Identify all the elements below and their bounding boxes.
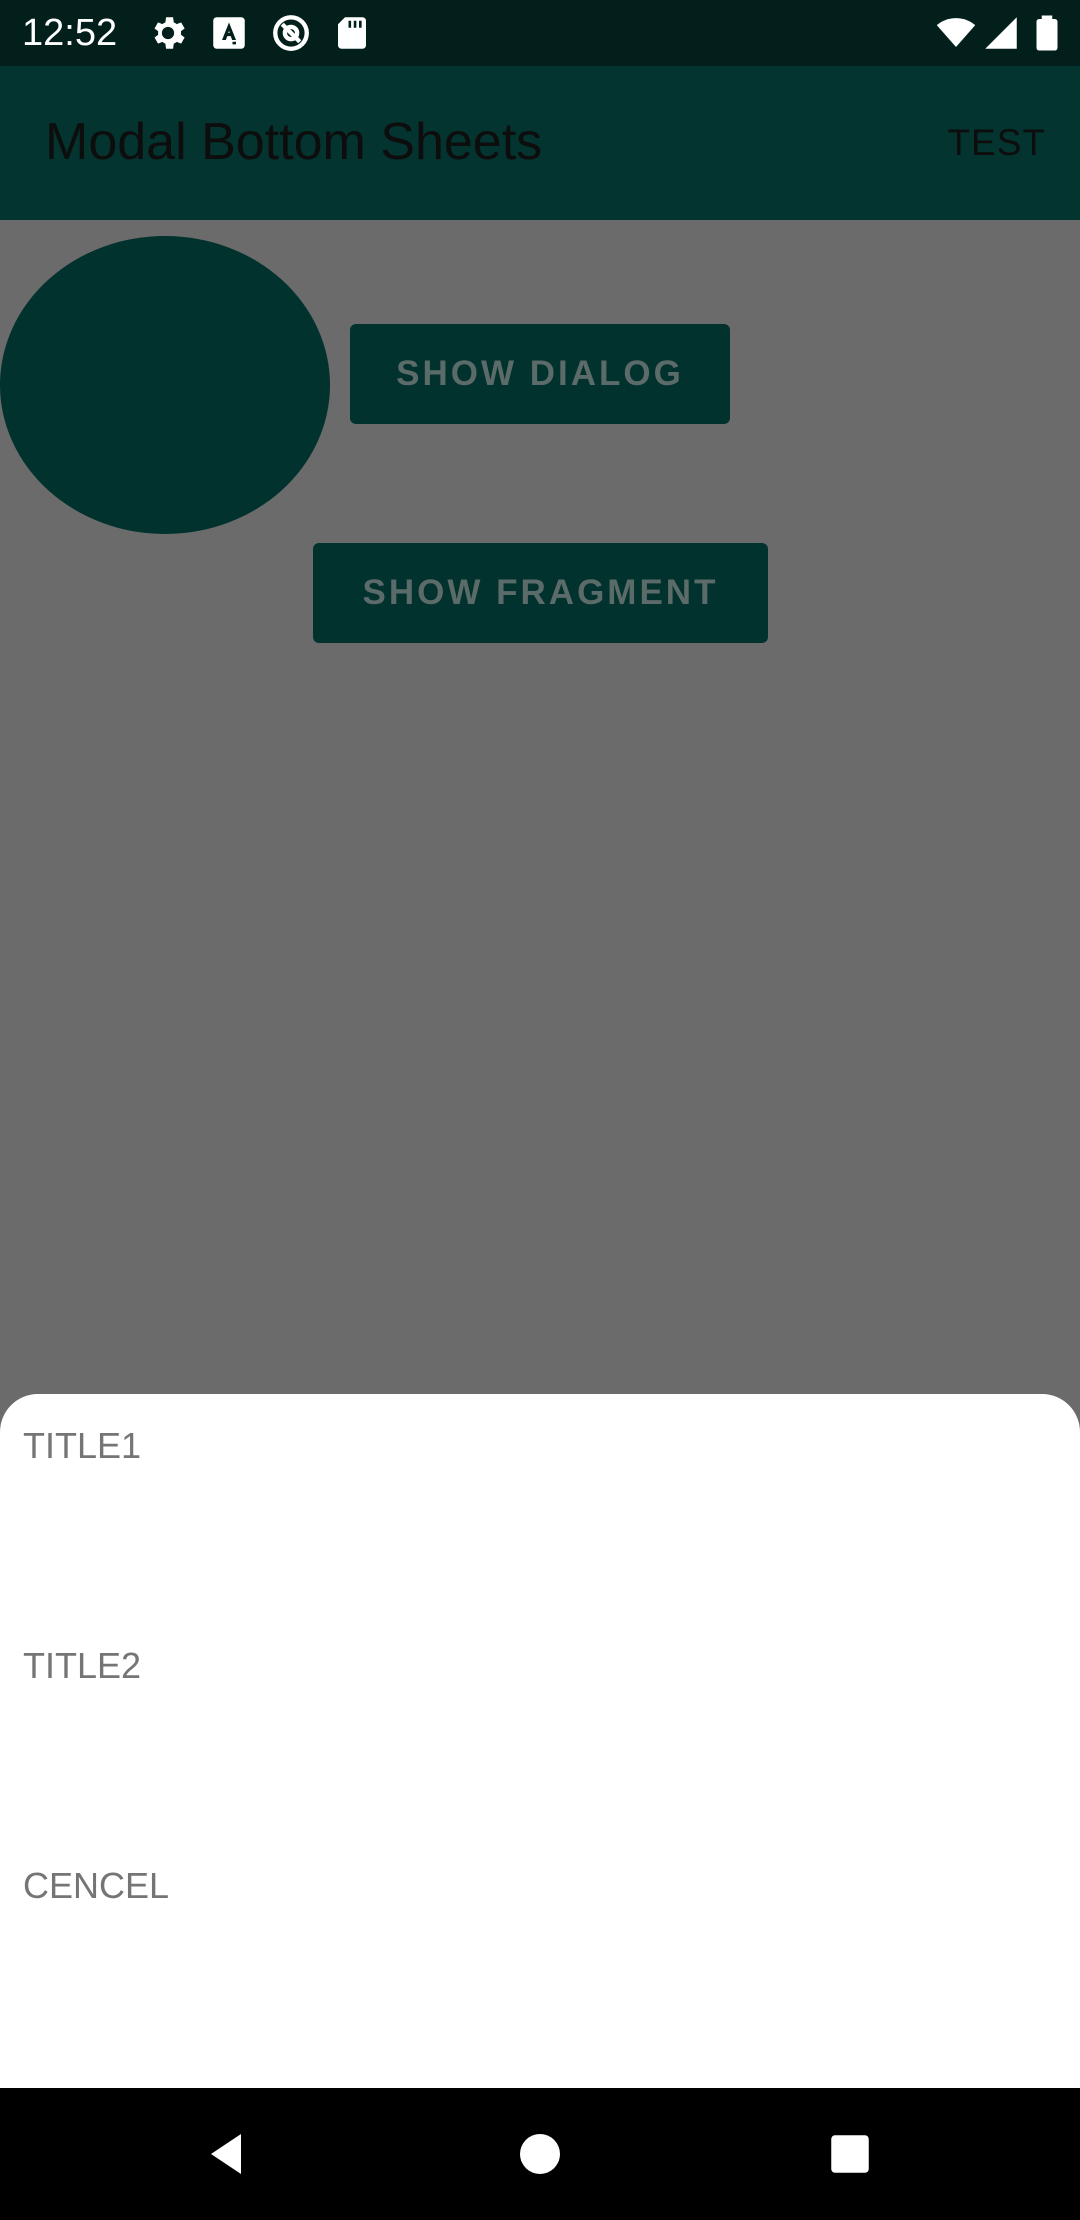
- status-time: 12:52: [22, 12, 118, 54]
- show-fragment-button[interactable]: SHOW FRAGMENT: [313, 543, 768, 643]
- navigation-bar: [0, 2088, 1080, 2220]
- recents-icon[interactable]: [820, 2124, 880, 2184]
- battery-icon: [1026, 12, 1068, 54]
- at-sign-icon: [270, 12, 312, 54]
- home-icon[interactable]: [510, 2124, 570, 2184]
- status-bar: 12:52: [0, 0, 1080, 66]
- sheet-item-label: TITLE2: [23, 1645, 142, 1686]
- gear-icon: [147, 12, 189, 54]
- sheet-item-cancel[interactable]: CENCEL: [0, 1834, 1080, 2054]
- wifi-icon: [935, 12, 977, 54]
- app-bar: Modal Bottom Sheets TEST: [0, 66, 1080, 220]
- text-a-icon: [208, 12, 250, 54]
- sheet-item-label: CENCEL: [23, 1865, 170, 1906]
- bottom-sheet: TITLE1 TITLE2 CENCEL: [0, 1394, 1080, 2088]
- sheet-item-label: TITLE1: [23, 1425, 142, 1466]
- app-title: Modal Bottom Sheets: [45, 113, 543, 171]
- circle-image: [0, 236, 330, 534]
- sheet-item-title2[interactable]: TITLE2: [0, 1614, 1080, 1834]
- show-dialog-button[interactable]: SHOW DIALOG: [350, 324, 730, 424]
- test-action-button[interactable]: TEST: [947, 120, 1046, 166]
- sd-card-icon: [331, 12, 373, 54]
- sheet-item-title1[interactable]: TITLE1: [0, 1394, 1080, 1614]
- screen: 12:52 Modal Bottom Sheets TEST SHOW DIAL…: [0, 0, 1080, 2220]
- signal-icon: [980, 12, 1022, 54]
- back-icon[interactable]: [196, 2124, 256, 2184]
